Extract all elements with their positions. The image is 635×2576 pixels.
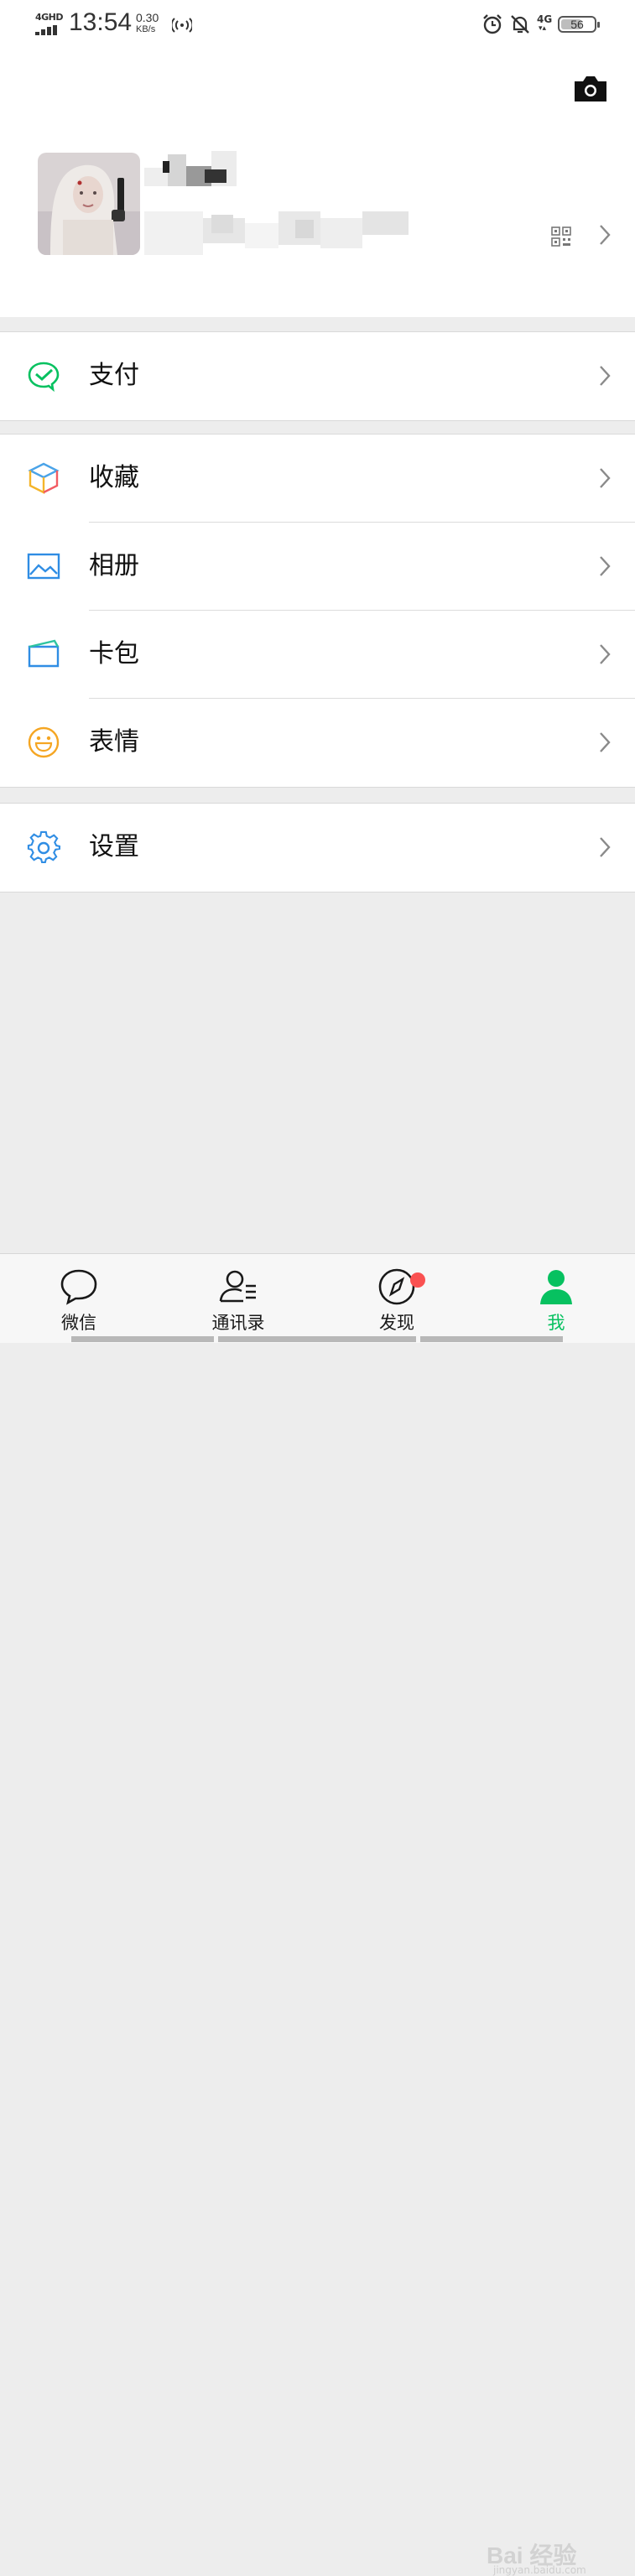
- menu-label-cards: 卡包: [89, 639, 139, 669]
- tab-discover[interactable]: 发现: [338, 1254, 455, 1343]
- pay-icon: [28, 362, 60, 393]
- settings-section: 设置: [0, 803, 635, 892]
- speed-unit: KB/s: [136, 24, 156, 34]
- tab-chats[interactable]: 微信: [20, 1254, 138, 1343]
- chevron-right-icon: [600, 468, 611, 488]
- battery-level: 56: [570, 18, 584, 31]
- menu-item-favorites[interactable]: 收藏: [0, 435, 635, 523]
- menu-label-settings: 设置: [89, 832, 139, 861]
- chevron-right-icon: [600, 556, 611, 576]
- tools-section: 收藏 相册 卡包 表情: [0, 434, 635, 788]
- bottom-tab-bar: 微信 通讯录 发现 我 Bai 经验 jingyan.baidu.com: [0, 1253, 635, 2576]
- qr-code-icon[interactable]: [551, 226, 571, 247]
- nickname-redacted: [144, 151, 237, 186]
- network-speed: 0.30 KB/s: [136, 12, 169, 35]
- chevron-right-icon: [600, 837, 611, 857]
- alarm-icon: [483, 14, 502, 34]
- smiley-icon: [28, 726, 60, 758]
- tab-me[interactable]: 我: [497, 1254, 615, 1343]
- new-badge-dot: [410, 1272, 425, 1288]
- album-picture-icon: [27, 553, 60, 580]
- status-bar: 4GHD 13:54 0.30 KB/s 4G ▾▴ 56: [0, 0, 635, 50]
- menu-item-cards[interactable]: 卡包: [0, 611, 635, 699]
- chevron-right-icon: [600, 644, 611, 664]
- gesture-bar-segment: [218, 1336, 416, 1342]
- chevron-right-icon: [600, 732, 611, 752]
- clock: 13:54: [69, 8, 133, 36]
- tab-contacts[interactable]: 通讯录: [180, 1254, 297, 1343]
- menu-item-album[interactable]: 相册: [0, 523, 635, 611]
- avatar[interactable]: [38, 153, 140, 255]
- menu-item-pay[interactable]: 支付: [0, 332, 635, 420]
- chevron-right-icon[interactable]: [598, 223, 612, 247]
- gear-icon: [27, 830, 60, 864]
- person-icon: [540, 1270, 572, 1304]
- menu-item-stickers[interactable]: 表情: [0, 699, 635, 787]
- chat-bubble-icon: [60, 1269, 97, 1305]
- wechat-id-redacted: [144, 211, 409, 255]
- menu-item-settings[interactable]: 设置: [0, 804, 635, 892]
- signal-strength-icon: 4GHD: [35, 12, 64, 35]
- menu-label-stickers: 表情: [89, 727, 139, 757]
- gesture-bar-segment: [420, 1336, 563, 1342]
- camera-icon[interactable]: [573, 74, 608, 104]
- chevron-right-icon: [600, 366, 611, 386]
- compass-icon: [378, 1268, 415, 1305]
- hotspot-icon: [172, 18, 192, 33]
- favorites-cube-icon: [28, 462, 60, 494]
- mute-bell-icon: [511, 15, 529, 34]
- menu-label-album: 相册: [89, 551, 139, 580]
- profile-header[interactable]: [0, 50, 635, 317]
- speed-value: 0.30: [136, 11, 159, 24]
- card-wallet-icon: [28, 639, 60, 668]
- pay-section: 支付: [0, 331, 635, 421]
- tab-label-contacts: 通讯录: [211, 1313, 265, 1333]
- mobile-data-indicator: 4G ▾▴: [537, 13, 553, 33]
- watermark-url: jingyan.baidu.com: [493, 2564, 586, 2576]
- tab-label-me: 我: [547, 1313, 565, 1333]
- network-type: 4GHD: [35, 12, 64, 23]
- tab-label-chats: 微信: [61, 1313, 96, 1333]
- battery-icon: 56: [558, 16, 600, 33]
- gesture-bar-segment: [71, 1336, 214, 1342]
- mobile-data-type: 4G: [537, 13, 553, 25]
- menu-label-favorites: 收藏: [89, 463, 139, 492]
- tab-label-discover: 发现: [379, 1313, 414, 1333]
- menu-label-pay: 支付: [89, 361, 139, 390]
- contacts-icon: [219, 1270, 256, 1303]
